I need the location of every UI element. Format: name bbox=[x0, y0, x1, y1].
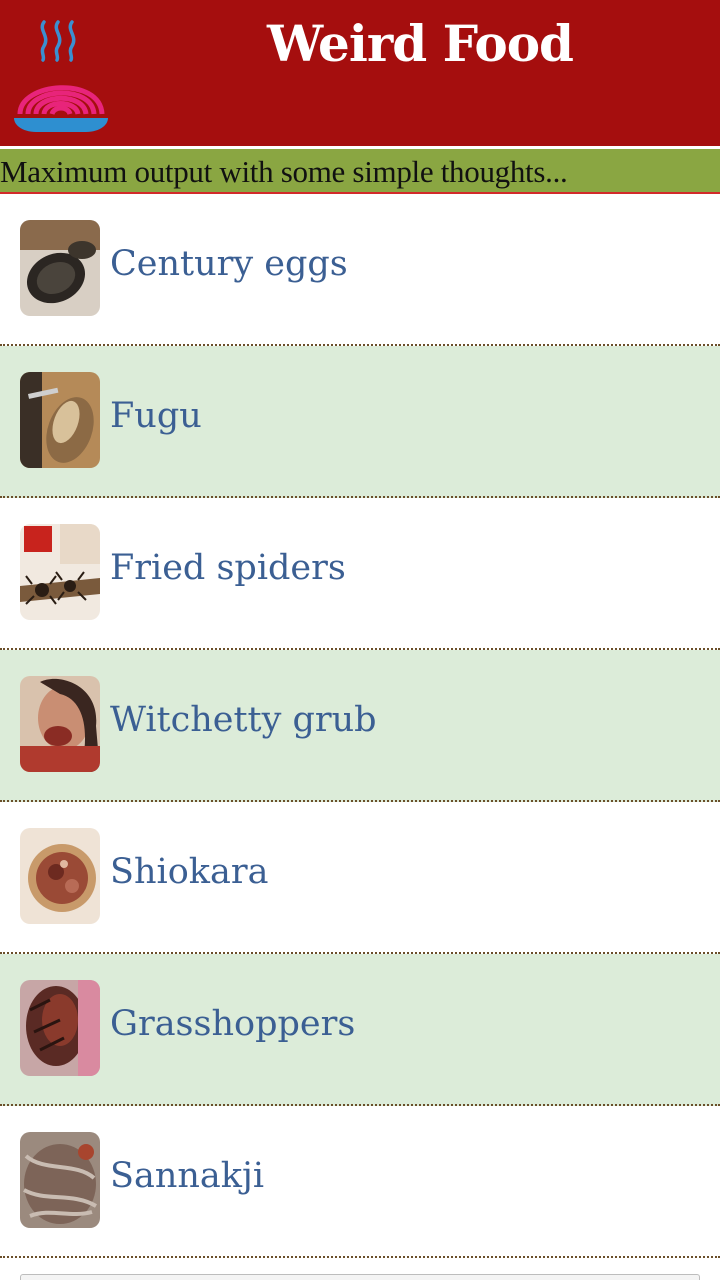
list-item-fried-spiders[interactable]: Fried spiders bbox=[0, 498, 720, 650]
item-label: Grasshoppers bbox=[110, 1004, 356, 1044]
app-title: Weird Food bbox=[266, 14, 574, 73]
app-header: Weird Food bbox=[0, 0, 720, 146]
fugu-photo bbox=[20, 372, 100, 468]
century-eggs-photo bbox=[20, 220, 100, 316]
app-screen: Weird Food Maximum output with some simp… bbox=[0, 0, 720, 1280]
item-label: Sannakji bbox=[110, 1156, 265, 1196]
steaming-noodle-bowl-icon bbox=[14, 20, 108, 132]
list-item-grasshoppers[interactable]: Grasshoppers bbox=[0, 954, 720, 1106]
item-label: Century eggs bbox=[110, 244, 348, 284]
food-list: Century eggs Fugu Fried spiders Witchett… bbox=[0, 194, 720, 1258]
list-item-shiokara[interactable]: Shiokara bbox=[0, 802, 720, 954]
item-label: Fried spiders bbox=[110, 548, 346, 588]
fried-spiders-photo bbox=[20, 524, 100, 620]
list-item-sannakji[interactable]: Sannakji bbox=[0, 1106, 720, 1258]
grasshoppers-photo bbox=[20, 980, 100, 1076]
item-label: Fugu bbox=[110, 396, 202, 436]
next-list-item-edge bbox=[20, 1274, 700, 1280]
sannakji-photo bbox=[20, 1132, 100, 1228]
item-label: Witchetty grub bbox=[110, 700, 377, 740]
witchetty-grub-photo bbox=[20, 676, 100, 772]
list-item-century-eggs[interactable]: Century eggs bbox=[0, 194, 720, 346]
item-label: Shiokara bbox=[110, 852, 269, 892]
shiokara-photo bbox=[20, 828, 100, 924]
tagline-bar: Maximum output with some simple thoughts… bbox=[0, 146, 720, 194]
list-item-fugu[interactable]: Fugu bbox=[0, 346, 720, 498]
tagline-text: Maximum output with some simple thoughts… bbox=[0, 154, 568, 189]
list-item-witchetty-grub[interactable]: Witchetty grub bbox=[0, 650, 720, 802]
